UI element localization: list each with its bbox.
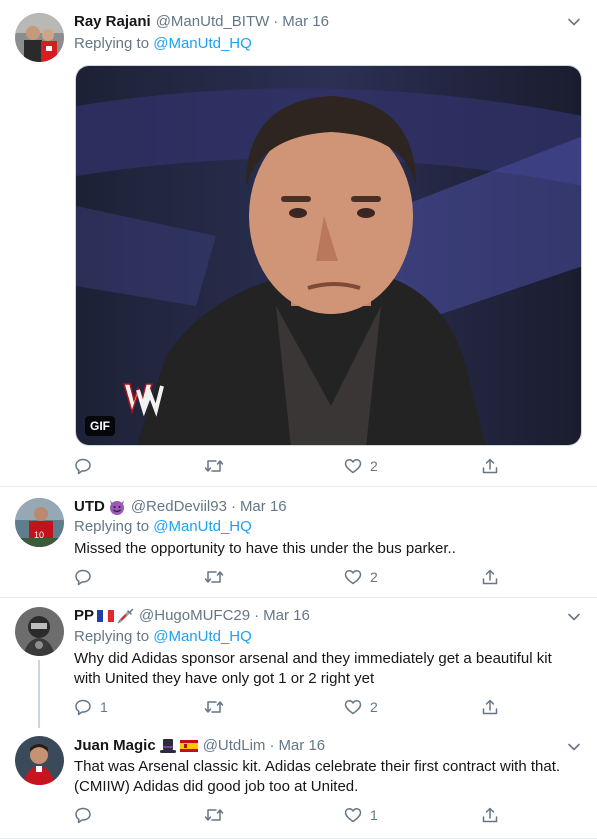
share-icon (482, 699, 498, 715)
tweet-text-line: Why did Adidas sponsor arsenal and they … (74, 650, 552, 667)
replying-to-label: Replying to (74, 628, 150, 645)
share-icon (482, 569, 498, 585)
reply-button[interactable] (74, 805, 92, 825)
like-button[interactable]: 2 (344, 456, 378, 476)
retweet-icon (204, 460, 224, 472)
avatar[interactable] (15, 13, 64, 62)
mention-link[interactable]: @ManUtd_HQ (153, 518, 252, 535)
retweet-button[interactable] (204, 697, 224, 717)
heart-icon (344, 458, 362, 474)
tweet-header: PP @HugoMUFC29 · Mar 16 (74, 606, 567, 626)
like-button[interactable]: 2 (344, 567, 378, 587)
tweet-date[interactable]: Mar 16 (240, 497, 287, 517)
share-button[interactable] (481, 697, 499, 717)
display-name[interactable]: UTD (74, 497, 105, 517)
display-name[interactable]: Ray Rajani (74, 12, 151, 32)
like-count: 2 (370, 569, 378, 585)
tweet-text-line: with United they have only got 1 or 2 ri… (74, 670, 375, 687)
tweet[interactable]: PP @HugoMUFC29 · Mar 16 Replying to @Man… (0, 598, 597, 728)
retweet-icon (204, 571, 224, 583)
separator: · (273, 13, 279, 30)
reply-icon (75, 458, 91, 475)
smiling-devil-emoji-icon (109, 500, 124, 515)
top-hat-icon (159, 739, 176, 753)
share-icon (482, 807, 498, 823)
heart-icon (344, 699, 362, 715)
heart-icon (344, 807, 362, 823)
reply-icon (75, 699, 91, 716)
tweet-text: Why did Adidas sponsor arsenal and they … (74, 649, 589, 689)
replying-to-label: Replying to (74, 518, 150, 535)
chevron-down-icon[interactable] (567, 15, 581, 29)
chevron-down-icon[interactable] (567, 610, 581, 624)
replying-to: Replying to @ManUtd_HQ (74, 627, 252, 647)
separator: · (230, 498, 236, 515)
like-button[interactable]: 1 (344, 805, 378, 825)
reply-button[interactable] (74, 456, 92, 476)
reply-button[interactable]: 1 (74, 697, 108, 717)
user-handle[interactable]: @HugoMUFC29 (139, 606, 250, 626)
retweet-icon (204, 809, 224, 821)
like-count: 2 (370, 699, 378, 715)
tweet-header: Ray Rajani @ManUtd_BITW · Mar 16 (74, 12, 567, 32)
replying-to: Replying to @ManUtd_HQ (74, 34, 252, 54)
like-count: 1 (370, 807, 378, 823)
tweet-actions: 1 2 (74, 697, 498, 717)
like-button[interactable]: 2 (344, 697, 378, 717)
tweet-text-line: That was Arsenal classic kit. Adidas cel… (74, 758, 561, 775)
user-handle[interactable]: @ManUtd_BITW (156, 12, 270, 32)
thread-line (38, 660, 40, 728)
reply-icon (75, 807, 91, 824)
tweet-date[interactable]: Mar 16 (278, 736, 325, 756)
mention-link[interactable]: @ManUtd_HQ (153, 35, 252, 52)
avatar[interactable]: 10 (15, 498, 64, 547)
gif-media[interactable]: GIF (75, 65, 582, 446)
replying-to-label: Replying to (74, 35, 150, 52)
avatar[interactable] (15, 736, 64, 785)
reply-count: 1 (100, 699, 108, 715)
chevron-down-icon[interactable] (567, 740, 581, 754)
spain-flag-icon (179, 740, 198, 752)
share-button[interactable] (481, 567, 499, 587)
gif-badge: GIF (85, 416, 115, 436)
share-icon (482, 458, 498, 474)
like-count: 2 (370, 458, 378, 474)
tweet[interactable]: Ray Rajani @ManUtd_BITW · Mar 16 Replyin… (0, 0, 597, 487)
display-name[interactable]: PP (74, 606, 94, 626)
display-name[interactable]: Juan Magic (74, 736, 156, 756)
user-handle[interactable]: @RedDeviil93 (131, 497, 227, 517)
tweet-header: Juan Magic @UtdLim · Mar 16 (74, 736, 567, 756)
separator: · (254, 607, 260, 624)
retweet-icon (204, 701, 224, 713)
syringe-icon (117, 608, 134, 624)
tweet-actions: 2 (74, 567, 498, 587)
share-button[interactable] (481, 805, 499, 825)
user-handle[interactable]: @UtdLim (203, 736, 266, 756)
tweet-header: UTD @RedDeviil93 · Mar 16 (74, 497, 567, 517)
retweet-button[interactable] (204, 805, 224, 825)
retweet-button[interactable] (204, 456, 224, 476)
share-button[interactable] (481, 456, 499, 476)
heart-icon (344, 569, 362, 585)
tweet[interactable]: Juan Magic @UtdLim · Mar 16 That was Ars… (0, 728, 597, 839)
mention-link[interactable]: @ManUtd_HQ (153, 628, 252, 645)
tweet-text: That was Arsenal classic kit. Adidas cel… (74, 757, 589, 797)
tweet-actions: 2 (74, 456, 498, 476)
reply-button[interactable] (74, 567, 92, 587)
tweet-actions: 1 (74, 805, 498, 825)
tweet-date[interactable]: Mar 16 (263, 606, 310, 626)
avatar[interactable] (15, 607, 64, 656)
tweet-text-line: (CMIIW) Adidas did good job too at Unite… (74, 778, 359, 795)
tweet-date[interactable]: Mar 16 (282, 12, 329, 32)
replying-to: Replying to @ManUtd_HQ (74, 517, 252, 537)
tweet[interactable]: 10 UTD @RedDeviil93 · Mar 16 Replying to… (0, 487, 597, 598)
retweet-button[interactable] (204, 567, 224, 587)
reply-icon (75, 569, 91, 586)
separator: · (269, 737, 275, 754)
france-flag-icon (97, 610, 115, 622)
tweet-text: Missed the opportunity to have this unde… (74, 540, 456, 557)
